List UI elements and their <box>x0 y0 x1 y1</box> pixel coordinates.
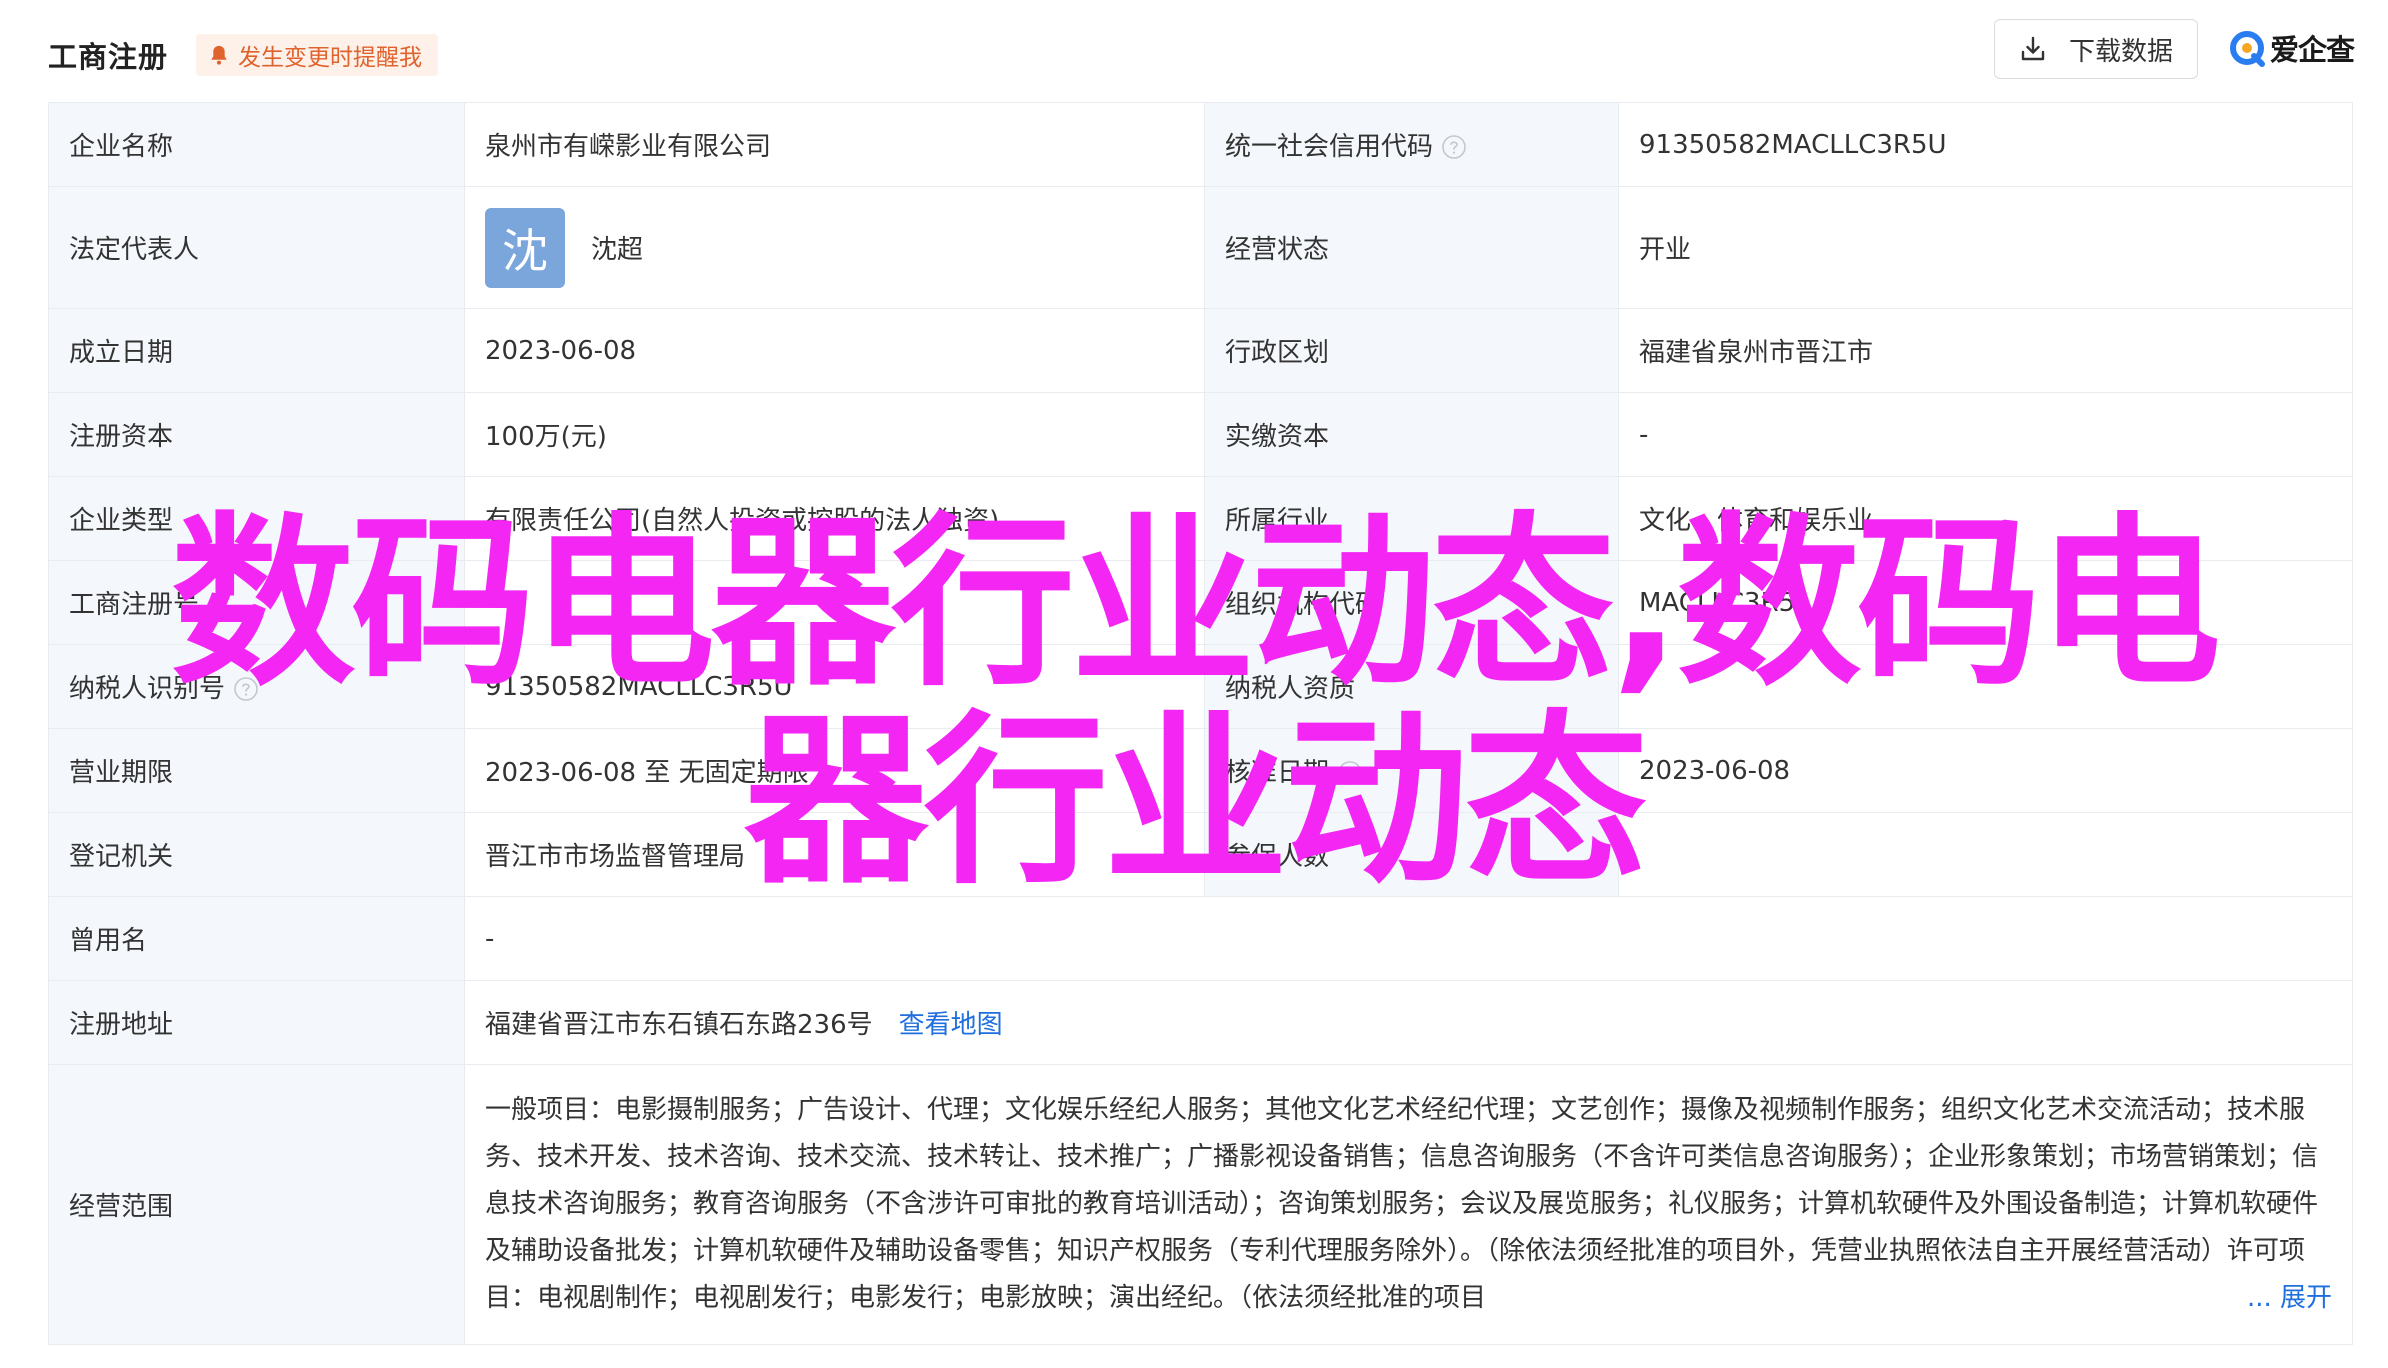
founded-label: 成立日期 <box>48 308 465 393</box>
term-value: 2023-06-08 至 无固定期限 <box>464 728 1205 813</box>
address-value: 福建省晋江市东石镇石东路236号 <box>485 1010 873 1040</box>
credit-code-value: 91350582MACLLC3R5U <box>1618 102 2353 187</box>
table-row: 企业名称 泉州市有嵘影业有限公司 统一社会信用代码 91350582MACLLC… <box>48 102 2353 187</box>
taxpayer-id-label-cell: 纳税人识别号 <box>48 644 465 729</box>
aiqicha-logo-icon <box>2230 31 2265 67</box>
approval-date-label: 核准日期 <box>1225 758 1330 788</box>
table-row: 企业类型 有限责任公司(自然人投资或控股的法人独资) 所属行业 文化、体育和娱乐… <box>48 476 2353 561</box>
brand-logo[interactable]: 爱企查 <box>2228 24 2355 72</box>
table-row: 登记机关 晋江市市场监督管理局 参保人数 <box>48 812 2353 897</box>
change-alert-label: 发生变更时提醒我 <box>238 45 422 71</box>
taxpayer-qual-label: 纳税人资质 <box>1204 644 1619 729</box>
former-name-label: 曾用名 <box>48 896 465 981</box>
legal-rep-value[interactable]: 沈超 <box>591 229 643 266</box>
region-value: 福建省泉州市晋江市 <box>1618 308 2353 393</box>
table-row: 营业期限 2023-06-08 至 无固定期限 核准日期 2023-06-08 <box>48 728 2353 813</box>
brand-name: 爱企查 <box>2270 33 2355 67</box>
approval-date-label-cell: 核准日期 <box>1204 728 1619 813</box>
avatar[interactable]: 沈 <box>485 207 565 288</box>
table-row: 注册资本 100万(元) 实缴资本 - <box>48 392 2353 477</box>
reg-capital-value: 100万(元) <box>464 392 1205 477</box>
bell-icon <box>211 45 227 65</box>
address-label: 注册地址 <box>48 980 465 1065</box>
former-name-value: - <box>464 896 2353 981</box>
paid-capital-value: - <box>1618 392 2353 477</box>
biz-reg-no-label: 工商注册号 <box>48 560 465 645</box>
legal-rep-cell: 沈 沈超 <box>464 186 1205 309</box>
scope-cell: 一般项目：电影摄制服务；广告设计、代理；文化娱乐经纪人服务；其他文化艺术经纪代理… <box>464 1064 2353 1345</box>
table-row: 纳税人识别号 91350582MACLLC3R5U 纳税人资质 <box>48 644 2353 729</box>
business-registration-table: 企业名称 泉州市有嵘影业有限公司 统一社会信用代码 91350582MACLLC… <box>48 102 2353 1345</box>
region-label: 行政区划 <box>1204 308 1619 393</box>
address-cell: 福建省晋江市东石镇石东路236号 查看地图 <box>464 980 2353 1065</box>
org-code-label: 组织机构代码 <box>1204 560 1619 645</box>
status-label: 经营状态 <box>1204 186 1619 309</box>
insured-value <box>1618 812 2353 897</box>
company-type-value: 有限责任公司(自然人投资或控股的法人独资) <box>464 476 1205 561</box>
table-row: 注册地址 福建省晋江市东石镇石东路236号 查看地图 <box>48 980 2353 1065</box>
org-code-value: MACLLC3R5 <box>1618 560 2353 645</box>
download-data-button[interactable]: 下载数据 <box>1994 19 2198 79</box>
table-row: 工商注册号 组织机构代码 MACLLC3R5 <box>48 560 2353 645</box>
company-type-label: 企业类型 <box>48 476 465 561</box>
table-row: 法定代表人 沈 沈超 经营状态 开业 <box>48 186 2353 309</box>
authority-label: 登记机关 <box>48 812 465 897</box>
biz-reg-no-value <box>464 560 1205 645</box>
approval-date-value: 2023-06-08 <box>1618 728 2353 813</box>
taxpayer-qual-value <box>1618 644 2353 729</box>
status-value: 开业 <box>1618 186 2353 309</box>
term-label: 营业期限 <box>48 728 465 813</box>
industry-value: 文化、体育和娱乐业 <box>1618 476 2353 561</box>
reg-capital-label: 注册资本 <box>48 392 465 477</box>
company-name-value: 泉州市有嵘影业有限公司 <box>464 102 1205 187</box>
insured-label: 参保人数 <box>1204 812 1619 897</box>
download-data-label: 下载数据 <box>2068 36 2173 67</box>
founded-value: 2023-06-08 <box>464 308 1205 393</box>
table-row: 成立日期 2023-06-08 行政区划 福建省泉州市晋江市 <box>48 308 2353 393</box>
legal-rep-label: 法定代表人 <box>48 186 465 309</box>
industry-label: 所属行业 <box>1204 476 1619 561</box>
header-bar: 工商注册 发生变更时提醒我 下载数据 爱企查 <box>0 0 2388 100</box>
table-row: 经营范围 一般项目：电影摄制服务；广告设计、代理；文化娱乐经纪人服务；其他文化艺… <box>48 1064 2353 1345</box>
help-icon[interactable] <box>1441 134 1467 160</box>
help-icon[interactable] <box>233 676 259 702</box>
taxpayer-id-label: 纳税人识别号 <box>69 674 226 704</box>
scope-label: 经营范围 <box>48 1064 465 1345</box>
download-icon <box>2021 36 2045 61</box>
expand-link[interactable]: ... 展开 <box>2242 1275 2332 1322</box>
paid-capital-label: 实缴资本 <box>1204 392 1619 477</box>
credit-code-label: 统一社会信用代码 <box>1225 132 1434 162</box>
page-title: 工商注册 <box>48 40 169 74</box>
scope-value: 一般项目：电影摄制服务；广告设计、代理；文化娱乐经纪人服务；其他文化艺术经纪代理… <box>485 1095 2319 1313</box>
taxpayer-id-value: 91350582MACLLC3R5U <box>464 644 1205 729</box>
company-name-label: 企业名称 <box>48 102 465 187</box>
change-alert-button[interactable]: 发生变更时提醒我 <box>196 34 438 76</box>
view-map-link[interactable]: 查看地图 <box>899 1010 1003 1040</box>
credit-code-label-cell: 统一社会信用代码 <box>1204 102 1619 187</box>
authority-value: 晋江市市场监督管理局 <box>464 812 1205 897</box>
scope-text-container: 一般项目：电影摄制服务；广告设计、代理；文化娱乐经纪人服务；其他文化艺术经纪代理… <box>485 1071 2332 1338</box>
table-row: 曾用名 - <box>48 896 2353 981</box>
help-icon[interactable] <box>1337 760 1363 786</box>
